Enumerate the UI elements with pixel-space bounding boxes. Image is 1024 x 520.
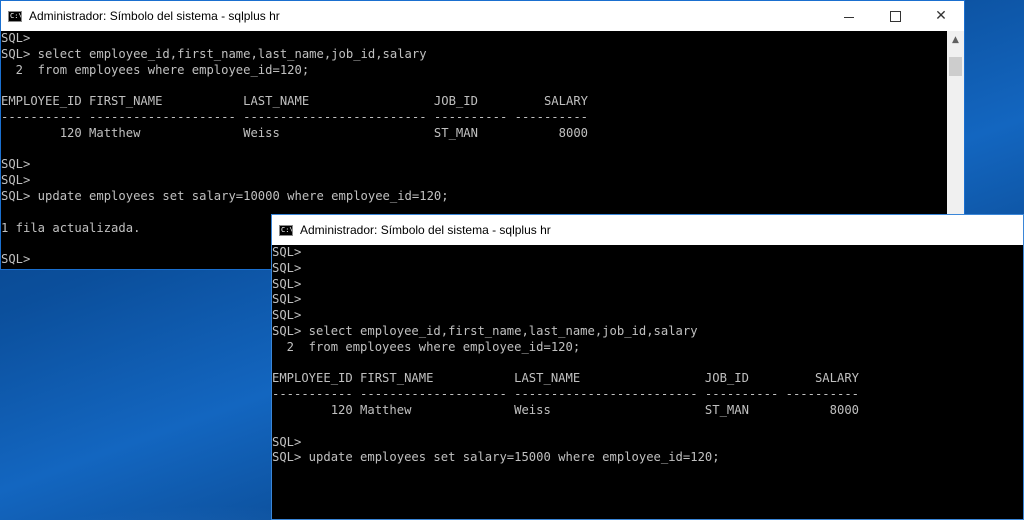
console-line: SQL> update employees set salary=15000 w… xyxy=(272,450,720,465)
minimize-button[interactable] xyxy=(826,1,872,31)
console-line: SQL> select employee_id,first_name,last_… xyxy=(1,46,427,61)
console-line: SQL> xyxy=(272,260,302,275)
title-bar[interactable]: C:\ Administrador: Símbolo del sistema -… xyxy=(1,1,964,31)
console-icon: C:\ xyxy=(279,224,293,236)
console-line: SQL> xyxy=(272,308,302,323)
console-line: 2 from employees where employee_id=120; xyxy=(272,339,581,354)
console-line: SQL> xyxy=(272,292,302,307)
console-line: ----------- -------------------- -------… xyxy=(1,109,588,124)
console-output[interactable]: SQL> SQL> SQL> SQL> SQL> SQL> select employee… xyxy=(272,245,859,466)
maximize-button[interactable] xyxy=(872,1,918,31)
window-title: Administrador: Símbolo del sistema - sql… xyxy=(29,9,280,23)
console-line: SQL> xyxy=(272,434,302,449)
console-line: SQL> update employees set salary=10000 w… xyxy=(1,188,449,203)
console-line: SQL> xyxy=(272,245,302,259)
console-line: ----------- -------------------- -------… xyxy=(272,387,859,402)
console-line: SQL> select employee_id,first_name,last_… xyxy=(272,323,698,338)
console-icon: C:\ xyxy=(8,10,22,22)
console-line: 120 Matthew Weiss ST_MAN 8000 xyxy=(1,125,588,140)
console-line: SQL> xyxy=(1,31,31,45)
console-line: SQL> xyxy=(1,157,31,172)
title-bar[interactable]: C:\ Administrador: Símbolo del sistema -… xyxy=(272,215,1023,245)
console-line: EMPLOYEE_ID FIRST_NAME LAST_NAME JOB_ID … xyxy=(272,371,859,386)
console-line: SQL> xyxy=(1,173,31,188)
cmd-window-front[interactable]: C:\ Administrador: Símbolo del sistema -… xyxy=(271,214,1024,520)
close-icon: ✕ xyxy=(935,8,947,24)
scroll-thumb[interactable] xyxy=(949,57,962,76)
window-title: Administrador: Símbolo del sistema - sql… xyxy=(300,223,551,237)
scroll-up-arrow-icon[interactable]: ▲ xyxy=(947,31,964,48)
maximize-icon xyxy=(889,10,901,22)
close-button[interactable]: ✕ xyxy=(918,1,964,31)
minimize-icon xyxy=(844,16,854,18)
console-line: 2 from employees where employee_id=120; xyxy=(1,62,310,77)
console-line: SQL> xyxy=(272,276,302,291)
console-line: EMPLOYEE_ID FIRST_NAME LAST_NAME JOB_ID … xyxy=(1,94,588,109)
window-controls: ✕ xyxy=(826,1,964,31)
console-line: 120 Matthew Weiss ST_MAN 8000 xyxy=(272,402,859,417)
